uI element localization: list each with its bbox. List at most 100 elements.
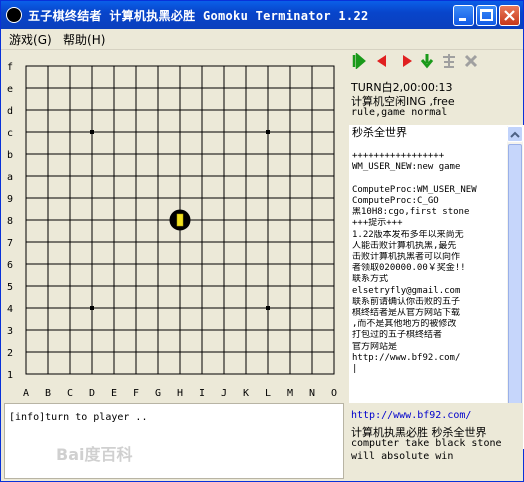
log-line: 秒杀全世界 [352,126,407,139]
info-message: [info]turn to player .. [9,412,148,423]
column-label: B [45,388,51,399]
column-label: N [309,388,315,399]
row-label: a [7,172,13,183]
redo-button[interactable] [399,53,415,69]
calculate-icon [443,54,455,68]
column-label: D [89,388,95,399]
column-label: C [67,388,73,399]
redo-icon [403,55,412,67]
undo-icon [377,55,386,67]
gomoku-app-icon[interactable] [6,7,22,23]
row-label: 7 [7,238,13,249]
column-label: E [111,388,117,399]
app-window: 五子棋终结者 计算机执黑必胜 Gomoku Terminator 1.22 游戏… [0,0,524,482]
window-title: 五子棋终结者 计算机执黑必胜 Gomoku Terminator 1.22 [28,9,369,23]
last-move-button[interactable] [419,53,435,69]
slogan-english-2: will absolute win [351,451,454,462]
log-line: 联系前请确认你击败的五子 [352,296,461,307]
minimize-button[interactable] [453,5,474,26]
row-label: 5 [7,282,13,293]
log-line: 联系方式 [352,274,389,285]
menu-game[interactable]: 游戏(G) [9,31,52,48]
title-bar[interactable]: 五子棋终结者 计算机执黑必胜 Gomoku Terminator 1.22 [1,1,523,29]
star-point [266,130,270,134]
column-label: H [177,388,183,399]
log-line: ComputeProc:C_GO [352,196,439,207]
maximize-button[interactable] [476,5,497,26]
log-line: 1.22版本发布多年以来尚无 [352,229,464,240]
row-label: e [7,84,13,95]
menu-game-label: 游戏 [9,33,34,47]
log-line: +++提示+++ [352,218,403,229]
close-button[interactable] [499,5,520,26]
maximize-icon [480,9,493,21]
calculate-button[interactable] [441,53,457,69]
scroll-thumb[interactable] [508,144,522,414]
column-label: F [133,388,139,399]
row-label: 2 [7,348,13,359]
rule-status: rule,game normal [351,107,448,118]
log-line: elsetryfly@gmail.com [352,285,461,296]
menu-game-accel: (G) [33,33,52,47]
row-label: 3 [7,326,13,337]
close-icon [504,10,515,21]
column-label: G [155,388,161,399]
column-label: K [243,388,249,399]
log-line: | [352,364,358,375]
log-line: 官方网站是 [352,341,398,352]
log-line: 棋终结者是从官方网站下载 [352,308,461,319]
first-move-button[interactable] [351,52,367,70]
stop-button[interactable] [463,53,479,69]
log-lines: 秒杀全世界 +++++++++++++++++ WM_USER_NEW:new g… [352,126,510,375]
slogan-english-1: computer take black stone [351,438,502,449]
star-point [90,306,94,310]
board-area: fedcba 9 8 7 6 5 4 3 2 1A B C D E F G H I J K L M N O [4,52,347,400]
last-move-icon [420,54,434,69]
row-label: 1 [7,370,13,381]
row-label: 8 [7,216,13,227]
column-label: O [331,388,337,399]
column-label: J [221,388,227,399]
log-scrollbar[interactable] [507,126,523,448]
menu-help-accel: (H) [87,33,106,47]
menu-help[interactable]: 帮助(H) [63,31,105,48]
gomoku-board[interactable]: fedcba 9 8 7 6 5 4 3 2 1A B C D E F G H I J K L M N O [4,52,347,400]
column-label: M [287,388,293,399]
row-label: 6 [7,260,13,271]
message-box[interactable]: [info]turn to player .. [4,403,344,479]
log-line: 打包过的五子棋终结者 [352,330,443,341]
first-move-icon [352,52,366,70]
column-label: A [23,388,29,399]
log-line: http://www.bf92.com/ [352,352,461,363]
column-label: I [199,388,205,399]
row-label: d [7,106,13,117]
star-point [266,306,270,310]
log-line: WM_USER_NEW:new game [352,162,461,173]
column-label: L [265,388,271,399]
row-label: b [7,150,13,161]
log-panel[interactable]: 秒杀全世界 +++++++++++++++++ WM_USER_NEW:new g… [349,125,524,449]
row-label: 4 [7,304,13,315]
menu-help-label: 帮助 [63,33,88,47]
log-line: ComputeProc:WM_USER_NEW [352,184,477,195]
row-label: 9 [7,194,13,205]
minimize-icon [459,18,466,21]
website-link[interactable]: http://www.bf92.com/ [351,410,471,421]
baidu-watermark: Bai度百科 [56,445,133,464]
scroll-up-icon [510,131,520,138]
log-line: 击败计算机执黑者可以向作 [352,252,461,263]
log-line: ,而不是其他地方的被修改 [352,319,457,330]
log-line: +++++++++++++++++ [352,151,445,162]
star-point [90,130,94,134]
log-line: 者领取020000.00￥奖金!! [352,263,466,274]
footer-panel: http://www.bf92.com/ 计算机执黑必胜 秒杀全世界 compu… [348,403,523,479]
undo-button[interactable] [374,53,390,69]
row-label: c [7,128,13,139]
stop-icon [464,54,478,68]
row-label: f [7,62,13,73]
scroll-up-button[interactable] [507,126,523,142]
menu-bar: 游戏(G) 帮助(H) [1,29,523,50]
log-line: 黑10H8:cgo,first stone [352,207,470,218]
